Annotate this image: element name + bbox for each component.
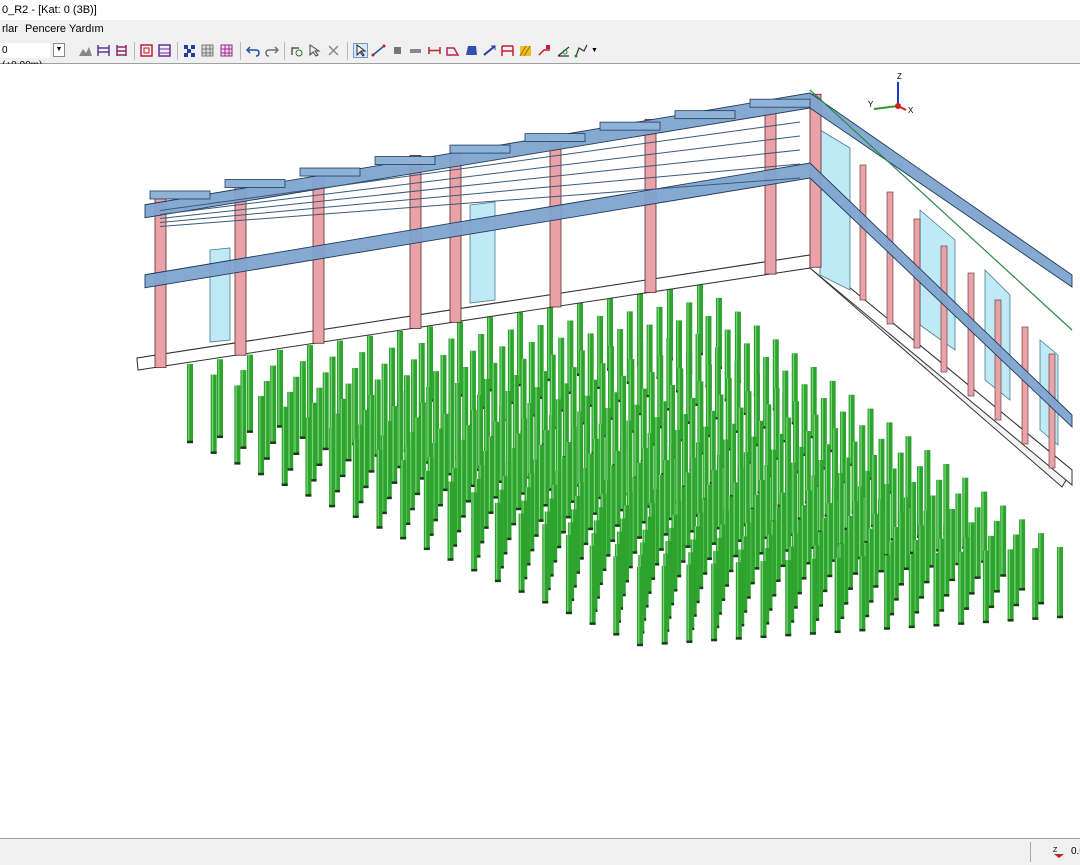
undo-icon[interactable] bbox=[246, 43, 261, 58]
column bbox=[940, 245, 948, 373]
menu-bar: rlar Pencere Yardım bbox=[0, 20, 1080, 38]
hatch-icon[interactable] bbox=[518, 43, 533, 58]
column bbox=[994, 299, 1002, 421]
menu-item-help[interactable]: Yardım bbox=[69, 20, 104, 38]
angle-measure-icon[interactable] bbox=[556, 43, 571, 58]
delete-icon[interactable] bbox=[326, 43, 341, 58]
window-title: 0_R2 - [Kat: 0 (3B)] bbox=[0, 0, 1080, 20]
frame-icon[interactable] bbox=[500, 43, 515, 58]
checker-icon[interactable] bbox=[182, 43, 197, 58]
frame-plan-icon[interactable] bbox=[139, 43, 154, 58]
slab-plan-icon[interactable] bbox=[157, 43, 172, 58]
gizmo-y-label: Y bbox=[868, 100, 874, 109]
chevron-down-icon[interactable]: ▼ bbox=[53, 43, 65, 57]
redo-icon[interactable] bbox=[264, 43, 279, 58]
roof-beam bbox=[749, 98, 811, 108]
slab-icon[interactable] bbox=[445, 43, 460, 58]
column-icon[interactable] bbox=[390, 43, 405, 58]
roof-beam bbox=[149, 190, 211, 200]
wall-icon[interactable] bbox=[408, 43, 423, 58]
column bbox=[644, 119, 657, 293]
column bbox=[913, 218, 921, 349]
mesh-icon[interactable] bbox=[200, 43, 215, 58]
beam-line bbox=[159, 121, 801, 211]
grid-axes-icon[interactable] bbox=[96, 43, 111, 58]
column bbox=[1021, 326, 1029, 445]
chevron-down-icon[interactable]: ▼ bbox=[591, 43, 599, 58]
table-icon[interactable] bbox=[219, 43, 234, 58]
axis-gizmo-icon: Z Y X bbox=[868, 72, 914, 115]
polyline-icon[interactable] bbox=[574, 43, 589, 58]
gizmo-x-label: X bbox=[908, 106, 914, 115]
roof-beam bbox=[374, 156, 436, 165]
column bbox=[967, 272, 975, 397]
terrain-icon[interactable] bbox=[78, 43, 93, 58]
column bbox=[886, 191, 894, 325]
storey-grid-icon[interactable] bbox=[114, 43, 129, 58]
menu-item-partial[interactable]: rlar bbox=[2, 20, 18, 38]
roof-beam bbox=[524, 133, 586, 143]
menu-item-window[interactable]: Pencere bbox=[25, 20, 66, 38]
axis-node-icon[interactable] bbox=[537, 43, 552, 58]
y-axis-line bbox=[873, 105, 899, 110]
3d-viewport[interactable]: Z Y X bbox=[0, 64, 1080, 838]
gizmo-origin bbox=[895, 103, 901, 109]
roof-beam bbox=[449, 144, 511, 154]
toolbar: 0 (+0.00m) ▼ ▼ bbox=[0, 38, 1080, 71]
roof-beam bbox=[599, 121, 661, 131]
gizmo-z-label: Z bbox=[897, 72, 902, 81]
roof-beam bbox=[674, 110, 736, 120]
rib-slab-icon[interactable] bbox=[464, 43, 479, 58]
roof-beam bbox=[224, 179, 286, 188]
rotate-select-icon[interactable] bbox=[289, 43, 304, 58]
status-value: 0.0 bbox=[1030, 842, 1080, 862]
storey-select[interactable]: 0 (+0.00m) bbox=[0, 43, 50, 71]
column bbox=[1048, 353, 1056, 469]
stair-icon[interactable] bbox=[482, 43, 497, 58]
structure-3d-model: Z Y X bbox=[136, 72, 1073, 647]
pointer-icon[interactable] bbox=[353, 43, 368, 58]
column bbox=[859, 164, 867, 301]
status-bar: Z 0.0 bbox=[0, 838, 1080, 865]
cursor-select-icon[interactable] bbox=[307, 43, 322, 58]
beam-icon[interactable] bbox=[371, 43, 386, 58]
roof-beam bbox=[299, 167, 361, 177]
dimension-icon[interactable] bbox=[427, 43, 442, 58]
